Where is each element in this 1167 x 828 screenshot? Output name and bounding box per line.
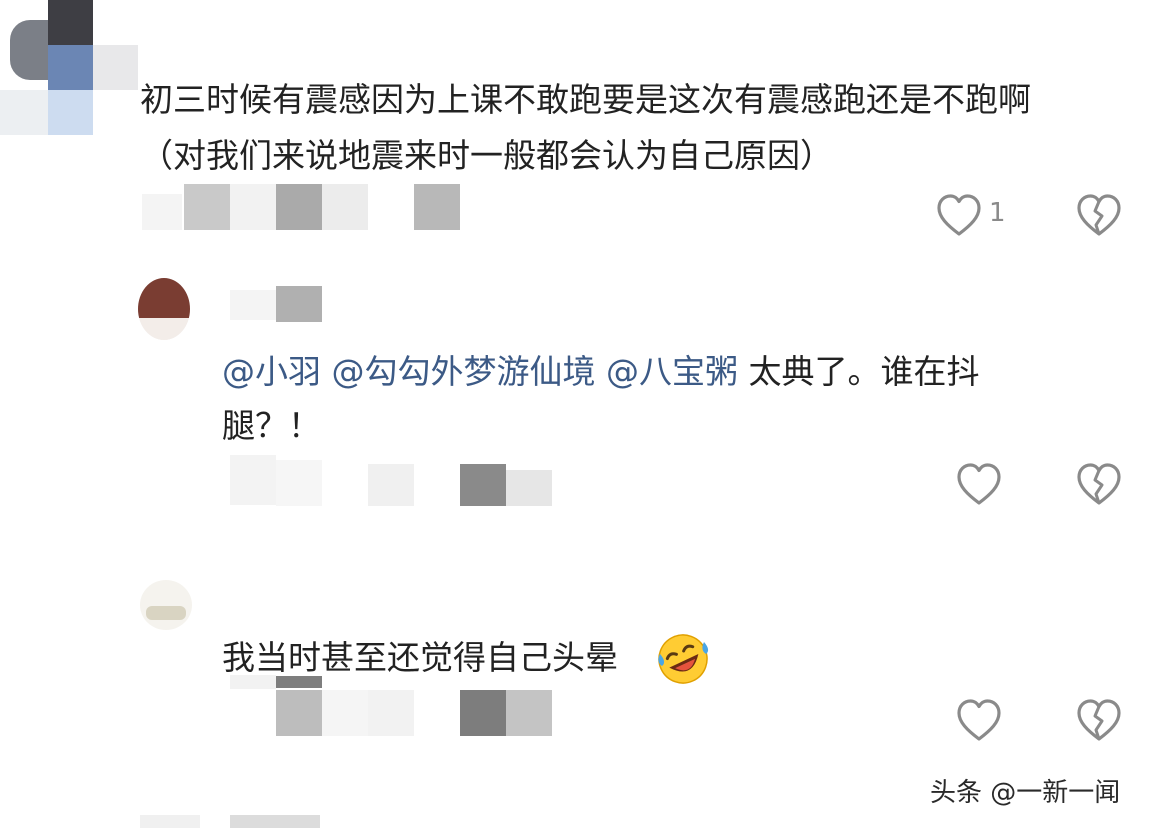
- broken-heart-icon[interactable]: [1075, 461, 1123, 509]
- watermark: 头条 @一新一闻: [930, 778, 1121, 808]
- comment-text-content: 我当时甚至还觉得自己头晕: [222, 638, 618, 677]
- heart-outline-icon[interactable]: [935, 192, 983, 240]
- avatar[interactable]: [138, 278, 190, 340]
- mention-link[interactable]: @勾勾外梦游仙境: [332, 352, 596, 391]
- comment-text: 太典了。谁在抖: [748, 352, 980, 391]
- broken-heart-icon[interactable]: [1075, 192, 1123, 240]
- comment-text: 我当时甚至还觉得自己头晕: [222, 636, 618, 680]
- broken-heart-icon[interactable]: [1075, 697, 1123, 745]
- comment-text-line1: @小羽 @勾勾外梦游仙境 @八宝粥 太典了。谁在抖: [222, 350, 980, 394]
- mention-link[interactable]: @小羽: [222, 352, 321, 391]
- comment-text-line1: 初三时候有震感因为上课不敢跑要是这次有震感跑还是不跑啊: [140, 80, 1031, 119]
- comment-text-line2: （对我们来说地震来时一般都会认为自己原因）: [140, 136, 833, 175]
- mention-link[interactable]: @八宝粥: [606, 352, 738, 391]
- avatar[interactable]: [140, 580, 192, 630]
- heart-outline-icon[interactable]: [955, 461, 1003, 509]
- rolling-laughing-emoji-icon: [658, 634, 709, 684]
- like-count: 1: [989, 198, 1006, 228]
- avatar[interactable]: [0, 0, 140, 140]
- comment-text-line2: 腿？！: [222, 406, 321, 445]
- heart-outline-icon[interactable]: [955, 697, 1003, 745]
